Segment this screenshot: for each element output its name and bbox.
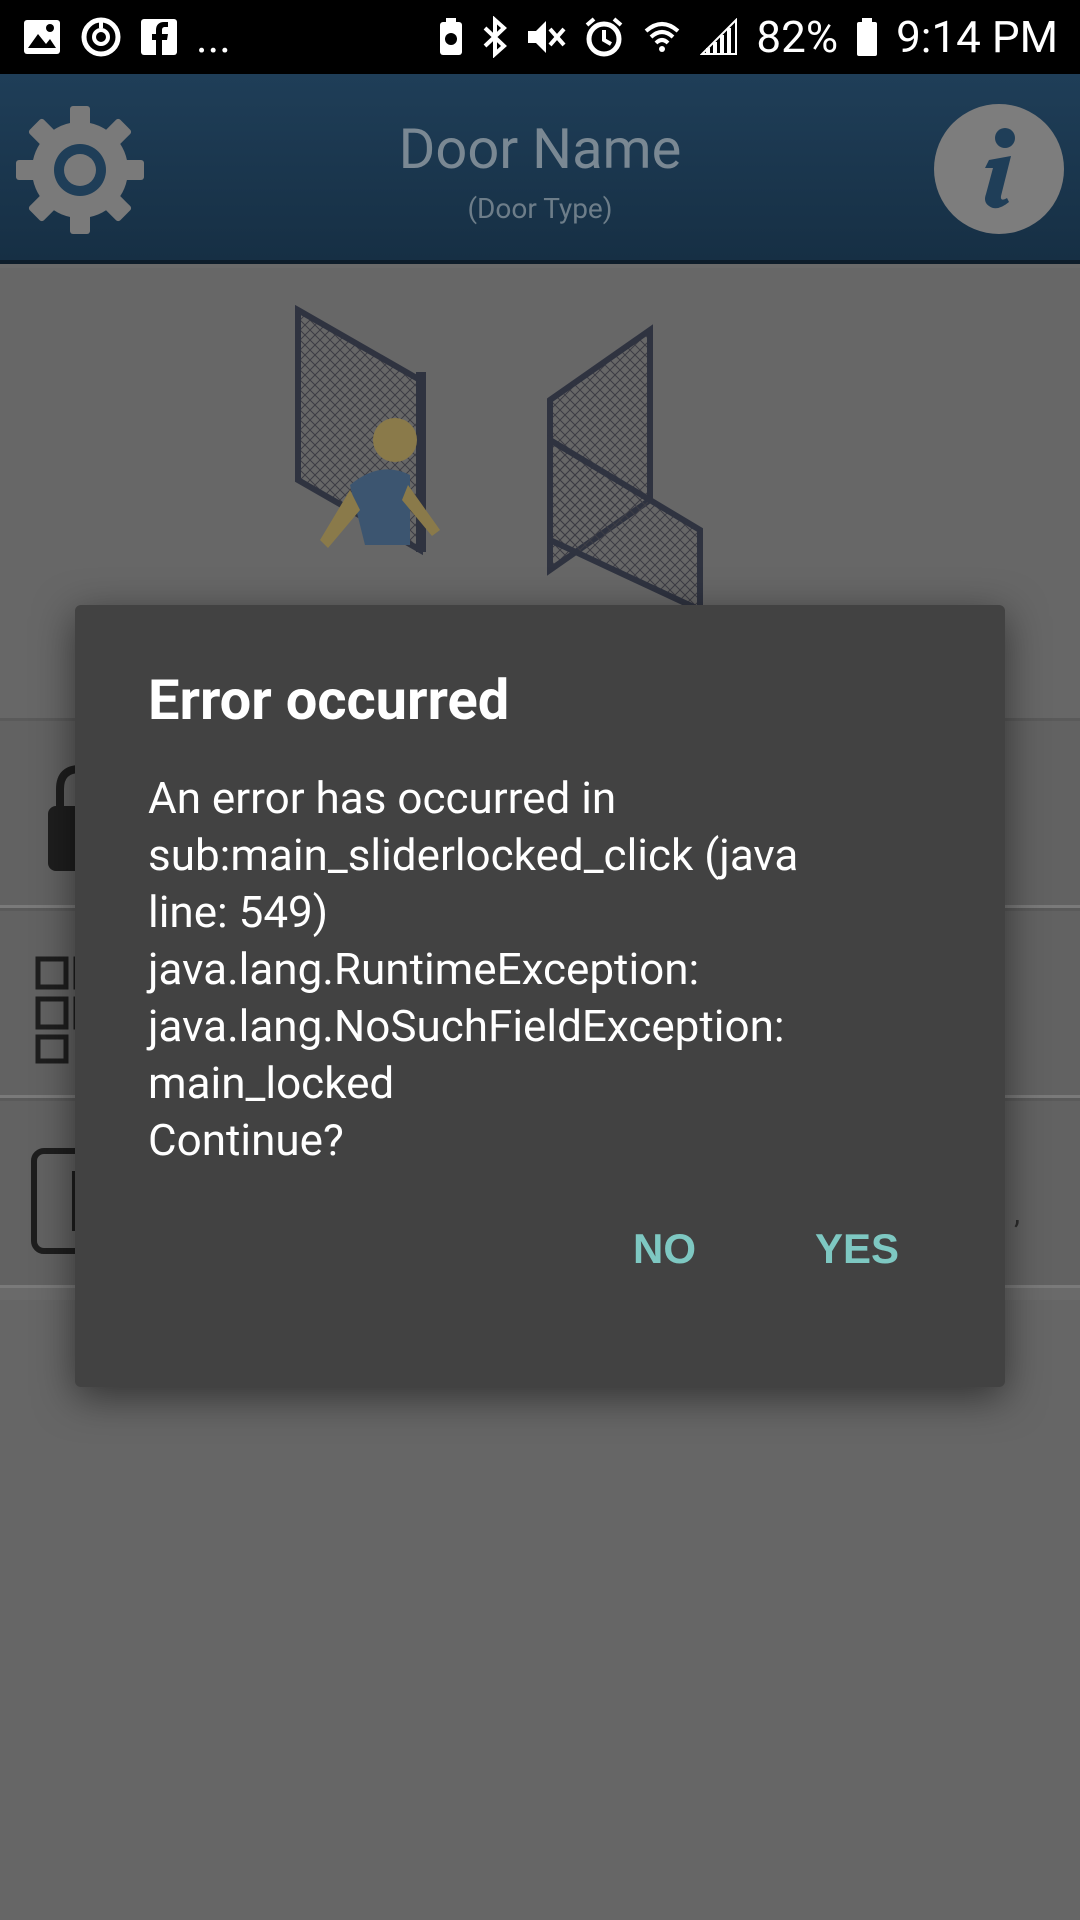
battery-icon — [856, 15, 878, 59]
error-dialog: Error occurred An error has occurred in … — [75, 605, 1005, 1387]
more-notifications: ... — [196, 11, 231, 63]
wifi-icon — [642, 15, 682, 59]
empty-content-area — [0, 1300, 1080, 1920]
status-bar-right: 82% 9:14 PM — [438, 15, 1058, 59]
alarm-icon — [584, 15, 624, 59]
facebook-icon — [140, 15, 178, 59]
battery-saver-icon — [438, 15, 464, 59]
signal-icon — [700, 15, 738, 59]
app-header: Door Name (Door Type) — [0, 74, 1080, 264]
row-description-fragment: , — [1014, 1196, 1020, 1231]
door-type-subtitle: (Door Type) — [467, 192, 613, 225]
yes-button[interactable]: YES — [815, 1225, 899, 1273]
status-bar-left: ... — [22, 15, 231, 59]
door-name-title: Door Name — [398, 116, 682, 182]
info-icon[interactable] — [934, 104, 1064, 234]
image-icon — [22, 15, 62, 59]
no-button[interactable]: NO — [633, 1225, 696, 1273]
battery-percent: 82% — [756, 11, 839, 63]
sync-icon — [80, 15, 122, 59]
mute-icon — [526, 15, 566, 59]
dialog-message: An error has occurred in sub:main_slider… — [148, 772, 799, 1166]
status-bar: ... 82% 9:14 PM — [0, 0, 1080, 74]
clock: 9:14 PM — [896, 11, 1058, 63]
gate-illustration — [280, 300, 720, 615]
dialog-title: Error occurred — [148, 667, 510, 733]
bluetooth-icon — [482, 15, 508, 59]
